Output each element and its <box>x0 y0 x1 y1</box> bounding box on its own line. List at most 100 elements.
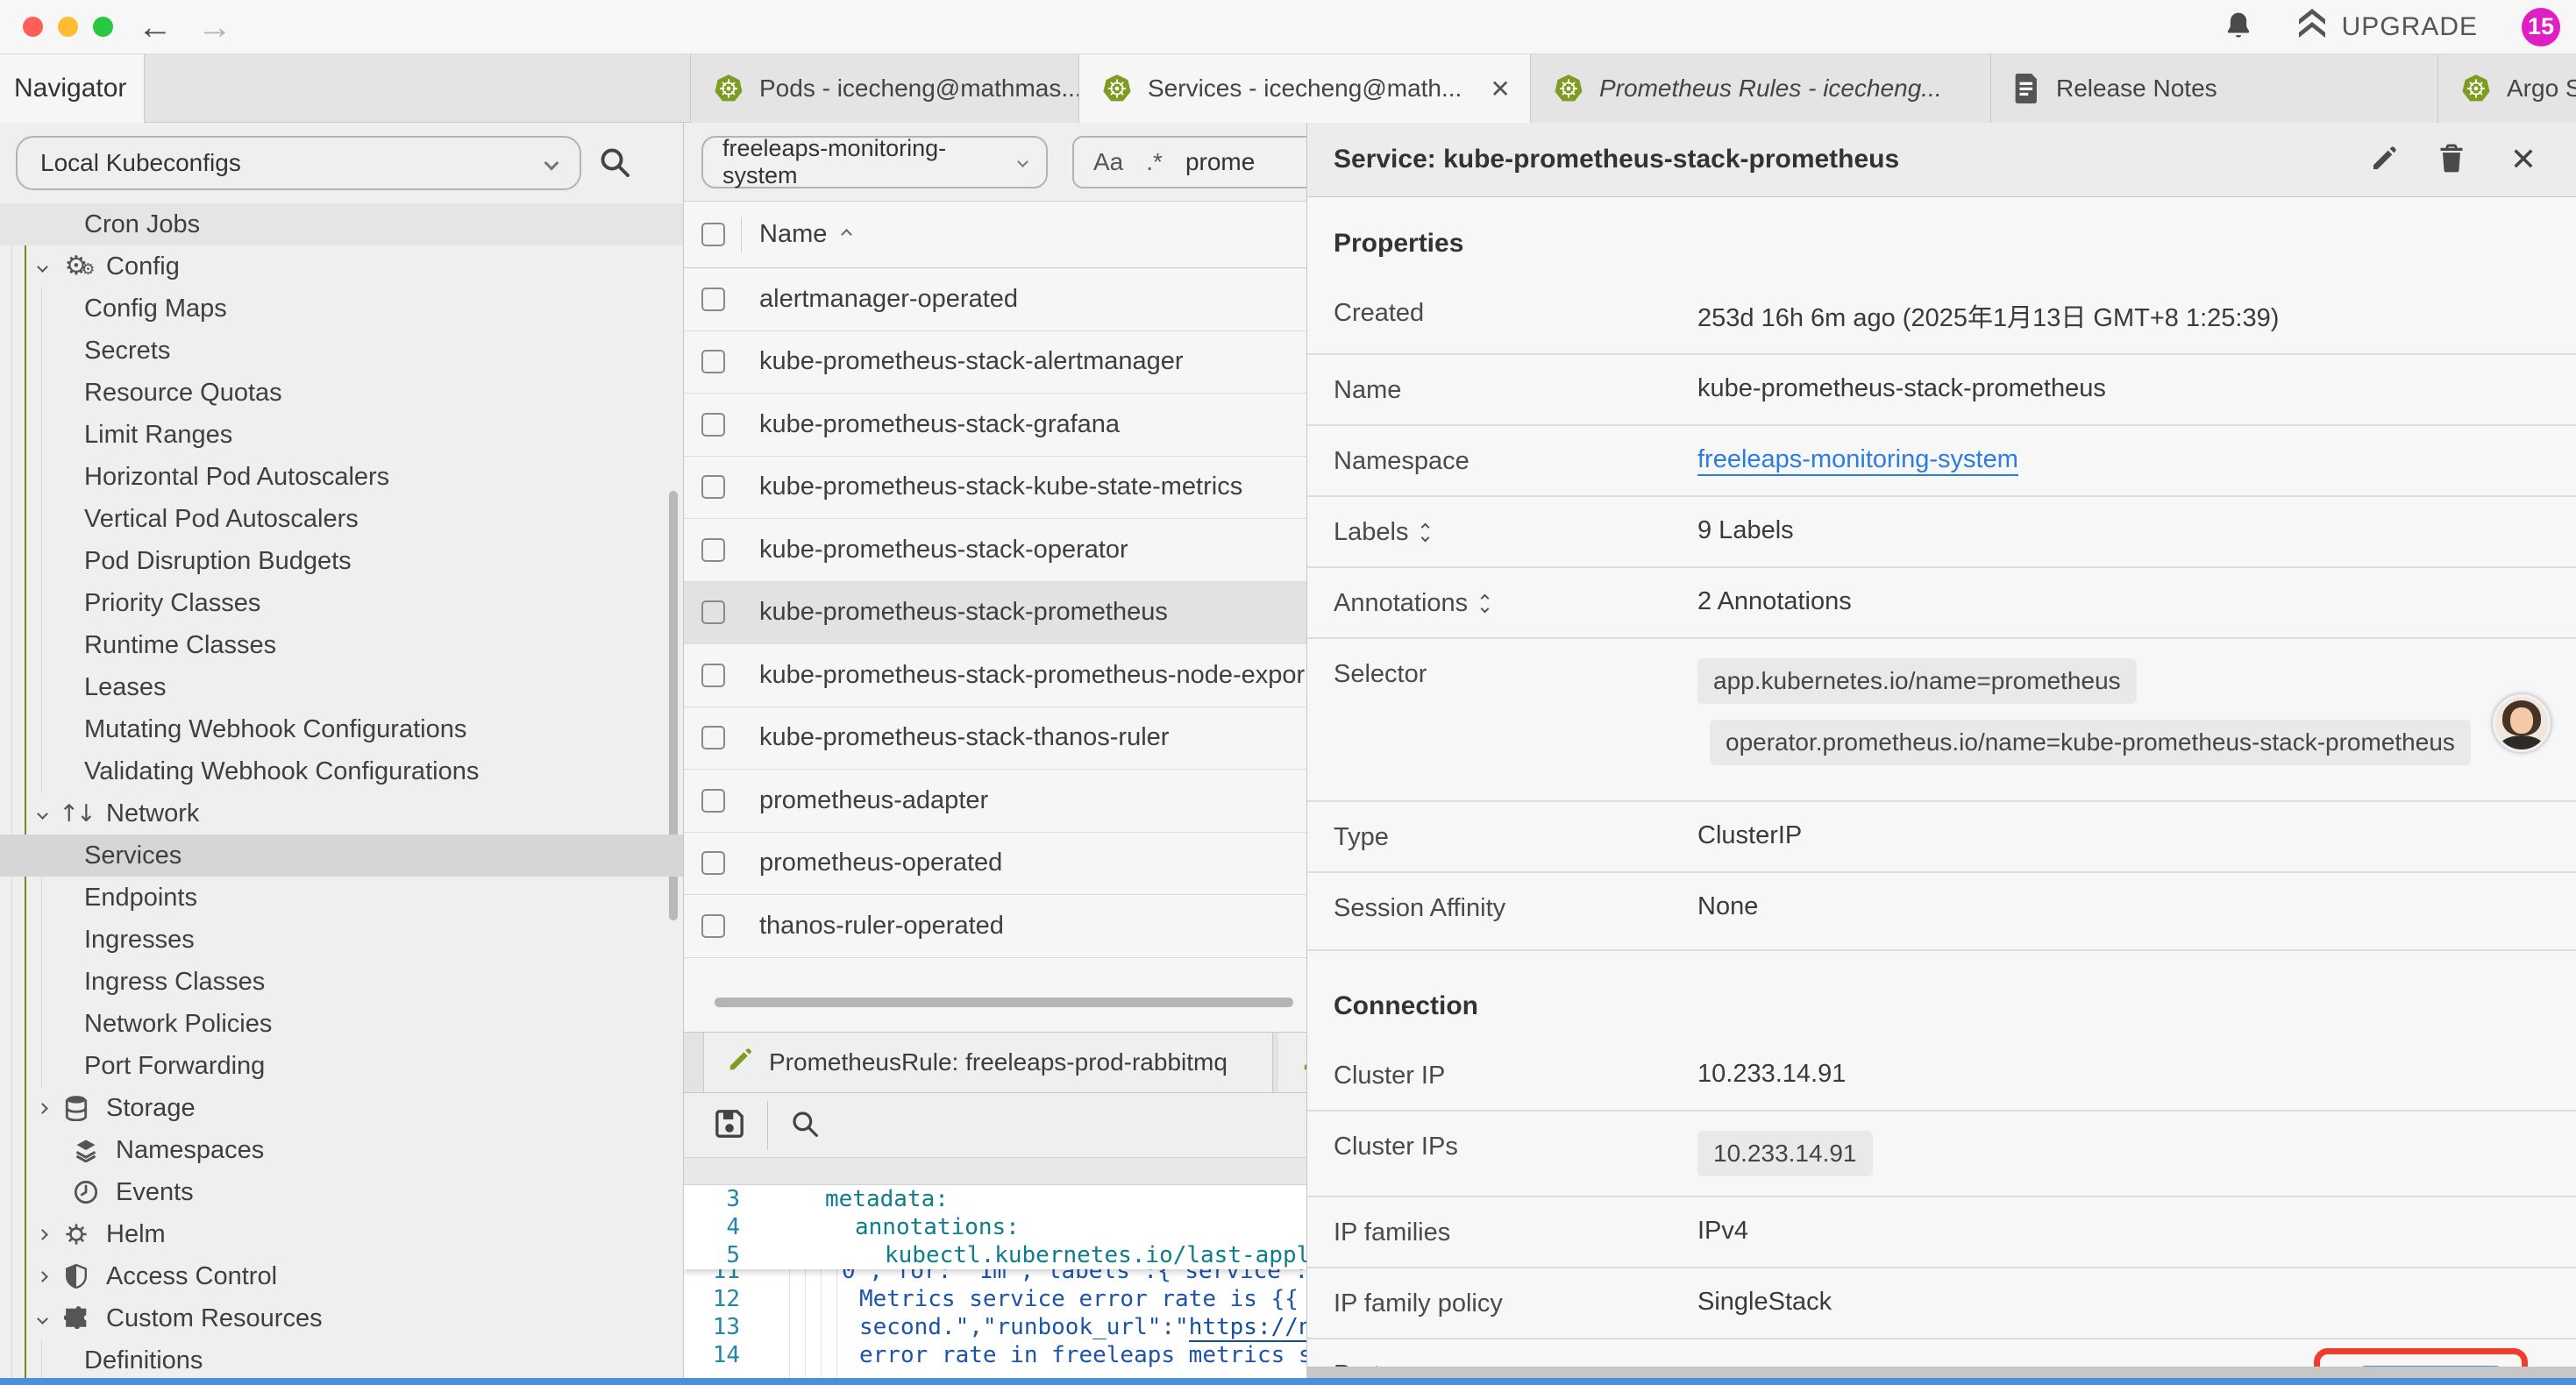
namespace-selector[interactable]: freeleaps-monitoring-system <box>701 136 1048 188</box>
row-checkbox[interactable] <box>701 664 725 687</box>
name-column-header[interactable]: Name <box>759 220 827 249</box>
expand-collapse-icon[interactable] <box>1422 524 1428 541</box>
tab-argo-se[interactable]: Argo Se <box>2438 54 2576 123</box>
upgrade-button[interactable]: UPGRADE <box>2291 8 2483 46</box>
sidebar-item-network[interactable]: ↑↓Network <box>0 792 684 835</box>
sidebar-item-ingress-classes[interactable]: Ingress Classes <box>0 961 684 1003</box>
row-checkbox[interactable] <box>701 288 725 311</box>
expand-collapse-icon[interactable] <box>1482 595 1488 612</box>
sidebar-item-definitions[interactable]: Definitions <box>0 1339 684 1381</box>
row-checkbox[interactable] <box>701 600 725 624</box>
delete-button[interactable] <box>2438 144 2465 176</box>
regex-toggle[interactable]: .* <box>1146 148 1163 176</box>
match-case-toggle[interactable]: Aa <box>1093 148 1123 176</box>
sidebar-item-vertical-pod-autoscalers[interactable]: Vertical Pod Autoscalers <box>0 498 684 540</box>
select-all-checkbox[interactable] <box>701 223 725 246</box>
sidebar-item-custom-resources[interactable]: Custom Resources <box>0 1297 684 1339</box>
sidebar-item-config-maps[interactable]: Config Maps <box>0 288 684 330</box>
table-row[interactable]: thanos-ruler-operated <box>684 895 1306 958</box>
sidebar-item-validating-webhook-configurations[interactable]: Validating Webhook Configurations <box>0 750 684 792</box>
trash-icon <box>2438 144 2465 176</box>
table-row[interactable]: kube-prometheus-stack-operator <box>684 519 1306 582</box>
sidebar-item-storage[interactable]: Storage <box>0 1087 684 1129</box>
table-row[interactable]: kube-prometheus-stack-grafana <box>684 394 1306 457</box>
resource-search-input[interactable]: Aa .* prome <box>1072 136 1306 188</box>
table-horizontal-scrollbar[interactable] <box>715 998 1293 1007</box>
back-button[interactable]: ← <box>138 10 173 45</box>
sidebar-item-services[interactable]: Services <box>0 835 684 877</box>
table-row[interactable]: prometheus-operated <box>684 833 1306 896</box>
close-panel-button[interactable]: ✕ <box>2505 143 2542 176</box>
avatar[interactable] <box>2493 694 2551 752</box>
panel-horizontal-scrollbar[interactable] <box>1307 1367 2576 1378</box>
toolbar-divider <box>767 1101 768 1150</box>
table-row[interactable]: kube-prometheus-stack-kube-state-metrics <box>684 457 1306 520</box>
row-checkbox[interactable] <box>701 350 725 373</box>
notification-badge[interactable]: 15 <box>2522 8 2560 46</box>
tab-release-notes[interactable]: Release Notes <box>1991 54 2438 123</box>
row-checkbox[interactable] <box>701 413 725 437</box>
yaml-editor[interactable]: 3metadata:4annotations:5kubectl.kubernet… <box>684 1185 1306 1385</box>
sidebar-item-horizontal-pod-autoscalers[interactable]: Horizontal Pod Autoscalers <box>0 456 684 498</box>
editor-search-button[interactable] <box>791 1110 819 1140</box>
detail-row-name: Namekube-prometheus-stack-prometheus <box>1307 353 2576 424</box>
row-checkbox[interactable] <box>701 789 725 813</box>
titlebar-right-group: UPGRADE 15 <box>2224 8 2560 46</box>
edit-button[interactable] <box>2370 145 2398 175</box>
url-link[interactable]: https://net <box>1189 1314 1306 1342</box>
sidebar-item-helm[interactable]: Helm <box>0 1213 684 1255</box>
sidebar-item-config[interactable]: ⚙⚙Config <box>0 245 684 288</box>
row-checkbox[interactable] <box>701 475 725 499</box>
line-number: 4 <box>684 1213 754 1241</box>
sidebar-item-access-control[interactable]: Access Control <box>0 1255 684 1297</box>
table-row[interactable]: prometheus-adapter <box>684 770 1306 833</box>
sidebar-item-pod-disruption-budgets[interactable]: Pod Disruption Budgets <box>0 540 684 582</box>
detail-row-value: ClusterIP <box>1697 821 2551 850</box>
sidebar-item-cron-jobs[interactable]: Cron Jobs <box>0 203 684 245</box>
sidebar-item-network-policies[interactable]: Network Policies <box>0 1003 684 1045</box>
properties-section-heading: Properties <box>1307 197 2576 278</box>
sidebar-item-resource-quotas[interactable]: Resource Quotas <box>0 372 684 414</box>
table-row[interactable]: kube-prometheus-stack-prometheus-node-ex… <box>684 644 1306 707</box>
sidebar-item-secrets[interactable]: Secrets <box>0 330 684 372</box>
sidebar-item-namespaces[interactable]: Namespaces <box>0 1129 684 1171</box>
table-row[interactable]: kube-prometheus-stack-alertmanager <box>684 331 1306 394</box>
detail-value-link[interactable]: freeleaps-monitoring-system <box>1697 445 2018 476</box>
table-row[interactable]: kube-prometheus-stack-thanos-ruler <box>684 707 1306 771</box>
window-bottom-accent-bar <box>0 1378 2576 1385</box>
notifications-button[interactable] <box>2224 11 2252 43</box>
window-close-button[interactable] <box>23 17 43 37</box>
sidebar-item-port-forwarding[interactable]: Port Forwarding <box>0 1045 684 1087</box>
sidebar-item-leases[interactable]: Leases <box>0 666 684 708</box>
close-tab-icon[interactable]: ✕ <box>1477 75 1510 103</box>
row-checkbox[interactable] <box>701 851 725 875</box>
row-checkbox[interactable] <box>701 914 725 938</box>
navigator-panel-tab[interactable]: Navigator <box>0 54 145 123</box>
tab-services-icecheng-math[interactable]: Services - icecheng@math...✕ <box>1079 54 1531 123</box>
sidebar-item-limit-ranges[interactable]: Limit Ranges <box>0 414 684 456</box>
table-row[interactable]: alertmanager-operated <box>684 268 1306 331</box>
sidebar-item-events[interactable]: Events <box>0 1171 684 1213</box>
save-button[interactable] <box>715 1109 744 1141</box>
editor-tab-prometheusrule[interactable]: PrometheusRule: freeleaps-prod-rabbitmq <box>703 1033 1273 1092</box>
table-row[interactable]: kube-prometheus-stack-prometheus <box>684 582 1306 645</box>
sidebar-item-priority-classes[interactable]: Priority Classes <box>0 582 684 624</box>
window-zoom-button[interactable] <box>93 17 113 37</box>
sidebar-item-mutating-webhook-configurations[interactable]: Mutating Webhook Configurations <box>0 708 684 750</box>
kubeconfig-selector[interactable]: Local Kubeconfigs <box>16 136 581 190</box>
sidebar-search-button[interactable] <box>599 146 630 181</box>
table-header: Name <box>684 202 1306 268</box>
editor-tab-partial[interactable] <box>1278 1033 1306 1092</box>
forward-button[interactable]: → <box>197 10 232 45</box>
row-checkbox[interactable] <box>701 538 725 562</box>
detail-value-text: SingleStack <box>1697 1288 1832 1316</box>
sort-ascending-icon[interactable] <box>841 229 852 240</box>
tab-pods-icecheng-mathmas[interactable]: Pods - icecheng@mathmas... <box>691 54 1079 123</box>
window-minimize-button[interactable] <box>58 17 78 37</box>
sidebar-item-runtime-classes[interactable]: Runtime Classes <box>0 624 684 666</box>
tab-prometheus-rules-icecheng[interactable]: Prometheus Rules - icecheng... <box>1531 54 1991 123</box>
sidebar-item-ingresses[interactable]: Ingresses <box>0 919 684 961</box>
row-checkbox[interactable] <box>701 726 725 749</box>
sidebar-item-endpoints[interactable]: Endpoints <box>0 877 684 919</box>
navigator-label: Navigator <box>14 74 126 103</box>
